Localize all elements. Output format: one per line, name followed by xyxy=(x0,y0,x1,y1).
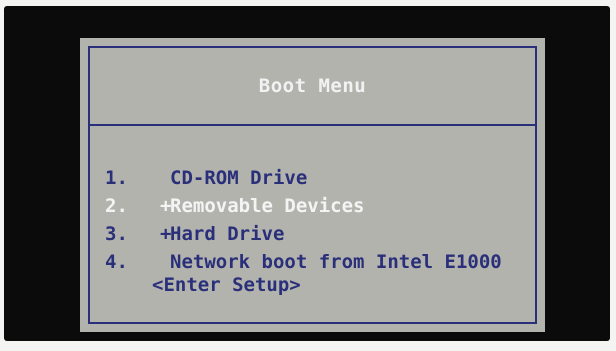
monitor-bezel: Boot Menu 1. CD-ROM Drive 2. + Removable… xyxy=(4,6,610,341)
enter-setup-option[interactable]: <Enter Setup> xyxy=(152,274,301,296)
boot-option-number: 3. xyxy=(105,223,128,245)
boot-option-label: Network boot from Intel E1000 xyxy=(170,251,502,273)
boot-option-label: Hard Drive xyxy=(170,223,285,245)
boot-option-network-boot[interactable]: 4. Network boot from Intel E1000 xyxy=(90,249,535,275)
boot-option-cd-rom-drive[interactable]: 1. CD-ROM Drive xyxy=(90,165,535,191)
boot-option-label: Removable Devices xyxy=(170,195,365,217)
boot-option-removable-devices[interactable]: 2. + Removable Devices xyxy=(90,193,535,219)
boot-option-hard-drive[interactable]: 3. + Hard Drive xyxy=(90,221,535,247)
bios-screen: Boot Menu 1. CD-ROM Drive 2. + Removable… xyxy=(80,38,545,332)
boot-option-number: 1. xyxy=(105,167,128,189)
boot-option-label: CD-ROM Drive xyxy=(170,167,308,189)
boot-menu-panel: Boot Menu 1. CD-ROM Drive 2. + Removable… xyxy=(88,46,537,324)
boot-option-number: 2. xyxy=(105,195,128,217)
boot-option-number: 4. xyxy=(105,251,128,273)
expand-marker: + xyxy=(160,195,172,217)
boot-menu-title: Boot Menu xyxy=(258,75,367,97)
boot-menu-header: Boot Menu xyxy=(90,48,535,126)
expand-marker: + xyxy=(160,223,172,245)
